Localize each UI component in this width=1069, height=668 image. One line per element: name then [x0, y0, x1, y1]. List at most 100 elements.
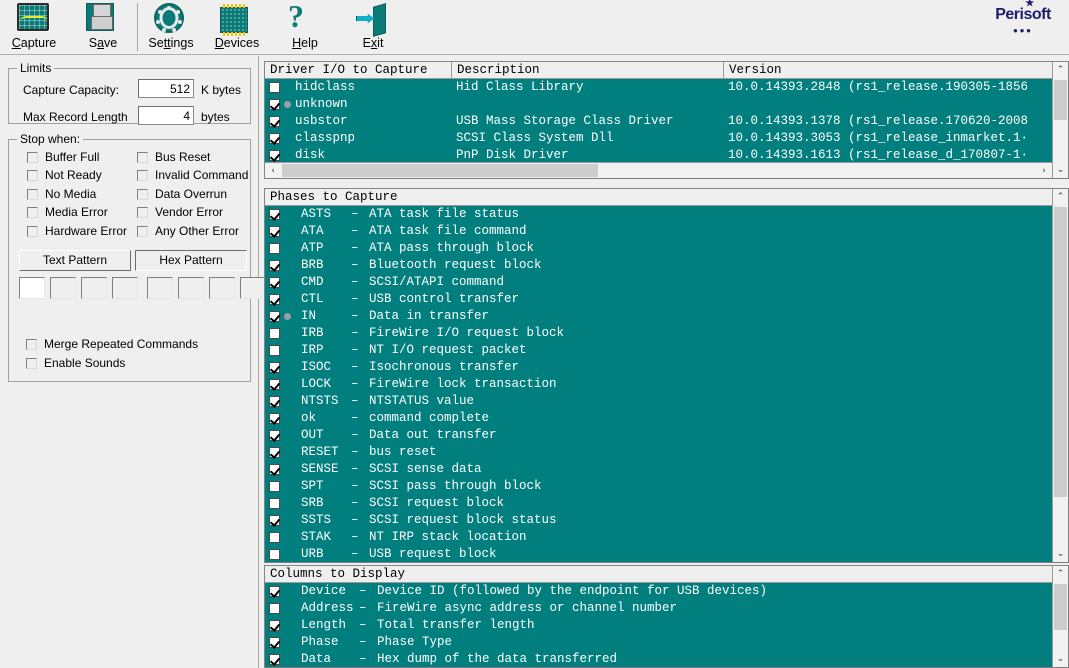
row-checkbox[interactable] [269, 464, 280, 475]
row-checkbox[interactable] [269, 82, 280, 93]
list-item[interactable]: SPT – SCSI pass through block [265, 478, 1068, 495]
column-header-driver[interactable]: Driver I/O to Capture [265, 62, 452, 78]
list-item[interactable]: SRB – SCSI request block [265, 495, 1068, 512]
hex-pattern-cell-2[interactable] [178, 277, 204, 299]
row-checkbox[interactable] [269, 345, 280, 356]
scroll-up-icon[interactable]: ⌃ [1053, 189, 1068, 205]
scroll-up-icon[interactable]: ⌃ [1053, 566, 1068, 582]
table-row[interactable]: hidclass Hid Class Library 10.0.14393.28… [265, 79, 1068, 96]
row-checkbox[interactable] [269, 430, 280, 441]
checkbox-data-overrun[interactable]: Data Overrun [137, 187, 227, 201]
list-item[interactable]: ISOC – Isochronous transfer [265, 359, 1068, 376]
text-pattern-cell-3[interactable] [81, 277, 107, 299]
list-item[interactable]: STAK – NT IRP stack location [265, 529, 1068, 546]
list-item[interactable]: NTSTS – NTSTATUS value [265, 393, 1068, 410]
list-item[interactable]: Data – Hex dump of the data transferred [265, 651, 1068, 667]
toolbar-button-devices[interactable]: Devices [206, 1, 268, 53]
list-item[interactable]: IRP – NT I/O request packet [265, 342, 1068, 359]
checkbox-enable-sounds[interactable]: Enable Sounds [26, 356, 125, 370]
row-checkbox[interactable] [269, 226, 280, 237]
text-pattern-cell-2[interactable] [50, 277, 76, 299]
scroll-right-icon[interactable]: › [1036, 163, 1052, 178]
phases-list-vertical-scrollbar[interactable]: ⌃ ⌄ [1052, 189, 1068, 562]
hex-pattern-cell-3[interactable] [209, 277, 235, 299]
scroll-down-icon[interactable]: ⌄ [1053, 546, 1068, 562]
column-header-version[interactable]: Version [724, 62, 1054, 78]
list-item[interactable]: OUT – Data out transfer [265, 427, 1068, 444]
text-pattern-cell-1[interactable] [19, 277, 45, 299]
list-item[interactable]: URB – USB request block [265, 546, 1068, 562]
columns-list-vertical-scrollbar[interactable]: ⌃ ⌄ [1052, 566, 1068, 667]
toolbar-button-help[interactable]: ? Help [274, 0, 336, 53]
column-header-columns[interactable]: Columns to Display [265, 566, 1068, 582]
checkbox-buffer-full[interactable]: Buffer Full [27, 150, 99, 164]
toolbar-button-save[interactable]: Save [72, 1, 134, 53]
row-checkbox[interactable] [269, 620, 280, 631]
row-checkbox[interactable] [269, 654, 280, 665]
toolbar-button-capture[interactable]: Capture [3, 1, 65, 53]
scrollbar-thumb[interactable] [1053, 206, 1068, 498]
scroll-down-icon[interactable]: ⌄ [1053, 651, 1068, 667]
list-item[interactable]: ATP – ATA pass through block [265, 240, 1068, 257]
table-row[interactable]: usbstor USB Mass Storage Class Driver 10… [265, 113, 1068, 130]
row-checkbox[interactable] [269, 150, 280, 161]
driver-list-horizontal-scrollbar[interactable]: ‹ › [265, 162, 1052, 178]
row-checkbox[interactable] [269, 586, 280, 597]
list-item[interactable]: LOCK – FireWire lock transaction [265, 376, 1068, 393]
scroll-up-icon[interactable]: ⌃ [1053, 62, 1068, 78]
hex-pattern-cell-4[interactable] [240, 277, 266, 299]
list-item[interactable]: ATA – ATA task file command [265, 223, 1068, 240]
row-checkbox[interactable] [269, 243, 280, 254]
row-checkbox[interactable] [269, 116, 280, 127]
row-checkbox[interactable] [269, 362, 280, 373]
list-item[interactable]: SENSE – SCSI sense data [265, 461, 1068, 478]
row-checkbox[interactable] [269, 549, 280, 560]
list-item[interactable]: IRB – FireWire I/O request block [265, 325, 1068, 342]
checkbox-any-other-error[interactable]: Any Other Error [137, 224, 239, 238]
list-item[interactable]: CTL – USB control transfer [265, 291, 1068, 308]
row-checkbox[interactable] [269, 603, 280, 614]
scroll-down-icon[interactable]: ⌄ [1053, 162, 1068, 178]
phases-to-capture-list[interactable]: Phases to Capture ASTS – ATA task file sta… [264, 188, 1069, 563]
driver-io-to-capture-list[interactable]: Driver I/O to Capture Description Versio… [264, 61, 1069, 179]
checkbox-no-media[interactable]: No Media [27, 187, 96, 201]
list-item[interactable]: Address – FireWire async address or channe… [265, 600, 1068, 617]
text-pattern-cell-4[interactable] [112, 277, 138, 299]
row-checkbox[interactable] [269, 515, 280, 526]
row-checkbox[interactable] [269, 260, 280, 271]
row-checkbox[interactable] [269, 498, 280, 509]
table-row[interactable]: classpnp SCSI Class System Dll 10.0.1439… [265, 130, 1068, 147]
list-item[interactable]: Phase – Phase Type [265, 634, 1068, 651]
columns-to-display-list[interactable]: Columns to Display Device – Device ID (fol… [264, 565, 1069, 668]
list-item[interactable]: SSTS – SCSI request block status [265, 512, 1068, 529]
table-row[interactable]: unknown [265, 96, 1068, 113]
row-checkbox[interactable] [269, 311, 280, 322]
toolbar-button-settings[interactable]: Settings [140, 1, 202, 53]
scrollbar-thumb[interactable] [281, 163, 599, 178]
list-item[interactable]: ok – command complete [265, 410, 1068, 427]
checkbox-invalid-command[interactable]: Invalid Command [137, 168, 248, 182]
row-checkbox[interactable] [269, 133, 280, 144]
row-checkbox[interactable] [269, 447, 280, 458]
list-item[interactable]: CMD – SCSI/ATAPI command [265, 274, 1068, 291]
row-checkbox[interactable] [269, 328, 280, 339]
column-header-description[interactable]: Description [452, 62, 724, 78]
row-checkbox[interactable] [269, 396, 280, 407]
row-checkbox[interactable] [269, 294, 280, 305]
scrollbar-thumb[interactable] [1053, 79, 1068, 121]
capture-capacity-input[interactable] [138, 79, 194, 98]
row-checkbox[interactable] [269, 637, 280, 648]
row-checkbox[interactable] [269, 481, 280, 492]
text-pattern-tab[interactable]: Text Pattern [19, 250, 131, 271]
toolbar-button-exit[interactable]: Exit [342, 1, 404, 53]
row-checkbox[interactable] [269, 209, 280, 220]
row-checkbox[interactable] [269, 413, 280, 424]
checkbox-vendor-error[interactable]: Vendor Error [137, 205, 223, 219]
hex-pattern-tab[interactable]: Hex Pattern [135, 250, 247, 271]
checkbox-media-error[interactable]: Media Error [27, 205, 108, 219]
scrollbar-thumb[interactable] [1053, 583, 1068, 631]
row-checkbox[interactable] [269, 532, 280, 543]
list-item[interactable]: ASTS – ATA task file status [265, 206, 1068, 223]
driver-list-vertical-scrollbar[interactable]: ⌃ ⌄ [1052, 62, 1068, 178]
column-header-phases[interactable]: Phases to Capture [265, 189, 1068, 205]
